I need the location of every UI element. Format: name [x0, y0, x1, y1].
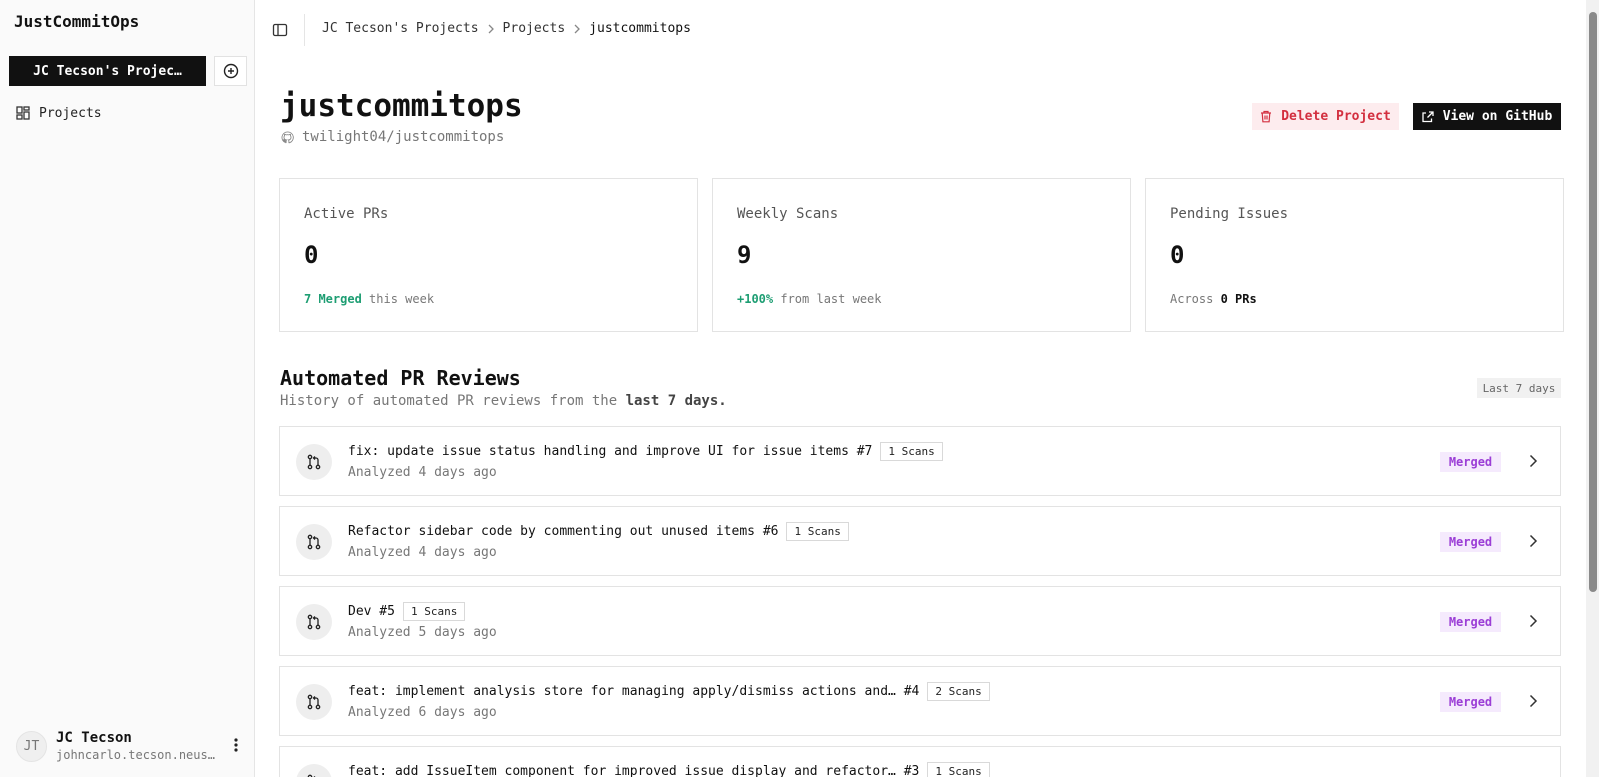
chevron-right-icon[interactable] [1528, 693, 1538, 709]
topbar-divider [304, 14, 305, 46]
scan-count-badge: 1 Scans [927, 762, 990, 777]
git-pull-request-icon [296, 524, 332, 560]
stat-label: Active PRs [304, 206, 389, 222]
status-badge: Merged [1440, 612, 1501, 632]
topbar: JC Tecson's Projects Projects justcommit… [256, 0, 1586, 62]
stat-label: Pending Issues [1170, 206, 1289, 222]
sidebar-toggle-icon[interactable] [272, 22, 290, 40]
trash-icon [1260, 110, 1272, 123]
stat-label: Weekly Scans [737, 206, 839, 222]
view-on-github-label: View on GitHub [1442, 109, 1553, 124]
breadcrumb: JC Tecson's Projects Projects justcommit… [322, 21, 691, 36]
page-scrollbar[interactable] [1586, 0, 1599, 777]
breadcrumb-item-team[interactable]: JC Tecson's Projects [322, 21, 479, 36]
status-badge: Merged [1440, 532, 1501, 552]
github-icon [281, 131, 294, 144]
scrollbar-thumb[interactable] [1589, 12, 1597, 592]
app-brand[interactable]: JustCommitOps [14, 12, 139, 31]
status-badge: Merged [1440, 452, 1501, 472]
pr-title: Dev #5 [348, 604, 395, 619]
stat-value: 9 [737, 241, 752, 269]
pr-title: Refactor sidebar code by commenting out … [348, 524, 779, 539]
page-title: justcommitops [280, 88, 523, 124]
chevron-right-icon[interactable] [1528, 453, 1538, 469]
pr-review-row[interactable]: Refactor sidebar code by commenting out … [279, 506, 1561, 576]
stat-value: 0 [1170, 241, 1185, 269]
repo-link[interactable]: twilight04/justcommitops [281, 129, 504, 145]
pr-analyzed-time: Analyzed 4 days ago [348, 465, 497, 480]
pr-review-row[interactable]: feat: add IssueItem component for improv… [279, 746, 1561, 777]
delete-project-button[interactable]: Delete Project [1252, 103, 1399, 130]
more-vertical-icon[interactable] [234, 737, 238, 753]
stat-value: 0 [304, 241, 319, 269]
stat-subtext: Across 0 PRs [1170, 292, 1257, 306]
scan-count-badge: 1 Scans [880, 442, 943, 461]
scan-count-badge: 1 Scans [402, 602, 466, 621]
pr-title: feat: implement analysis store for manag… [348, 684, 920, 699]
git-pull-request-icon [296, 604, 332, 640]
section-subtitle: History of automated PR reviews from the… [280, 393, 727, 409]
pr-title: feat: add IssueItem component for improv… [348, 764, 920, 777]
dashboard-icon [16, 106, 30, 120]
pr-analyzed-time: Analyzed 5 days ago [348, 625, 497, 640]
git-pull-request-icon [296, 764, 332, 777]
breadcrumb-item-projects[interactable]: Projects [503, 21, 566, 36]
scan-count-badge: 2 Scans [927, 682, 990, 701]
breadcrumb-item-current: justcommitops [589, 21, 691, 36]
pr-title: fix: update issue status handling and im… [348, 444, 873, 459]
stat-subtext: +100% from last week [737, 292, 882, 306]
chevron-right-icon[interactable] [1528, 533, 1538, 549]
git-pull-request-icon [296, 684, 332, 720]
chevron-right-icon[interactable] [1528, 613, 1538, 629]
date-range-badge[interactable]: Last 7 days [1477, 378, 1561, 398]
avatar: JT [16, 730, 47, 762]
pr-review-row[interactable]: Dev #5 1 Scans Analyzed 5 days ago Merge… [279, 586, 1561, 656]
section-title: Automated PR Reviews [280, 366, 521, 390]
add-project-button[interactable] [214, 56, 247, 86]
chevron-right-icon [573, 24, 581, 34]
stat-subtext: 7 Merged this week [304, 292, 435, 306]
external-link-icon [1422, 110, 1434, 123]
scan-count-badge: 1 Scans [786, 522, 849, 541]
stat-card-active-prs: Active PRs 0 7 Merged this week [279, 178, 698, 332]
delete-project-label: Delete Project [1281, 109, 1391, 124]
stat-card-pending-issues: Pending Issues 0 Across 0 PRs [1145, 178, 1564, 332]
repo-name: twilight04/justcommitops [302, 129, 505, 145]
stat-card-weekly-scans: Weekly Scans 9 +100% from last week [712, 178, 1131, 332]
plus-circle-icon [223, 63, 239, 79]
sidebar: JustCommitOps JC Tecson's Projec… Projec… [0, 0, 255, 777]
user-profile[interactable]: JT JC Tecson johncarlo.tecson.neus… [16, 728, 246, 764]
sidebar-item-label: Projects [39, 105, 102, 121]
user-name: JC Tecson [56, 730, 132, 746]
pr-analyzed-time: Analyzed 4 days ago [348, 545, 497, 560]
pr-review-row[interactable]: feat: implement analysis store for manag… [279, 666, 1561, 736]
user-email: johncarlo.tecson.neus… [56, 748, 215, 762]
git-pull-request-icon [296, 444, 332, 480]
pr-analyzed-time: Analyzed 6 days ago [348, 705, 497, 720]
team-switcher-button[interactable]: JC Tecson's Projec… [9, 56, 206, 86]
view-on-github-button[interactable]: View on GitHub [1413, 103, 1561, 130]
pr-review-row[interactable]: fix: update issue status handling and im… [279, 426, 1561, 496]
status-badge: Merged [1440, 692, 1501, 712]
sidebar-item-projects[interactable]: Projects [16, 102, 246, 124]
chevron-right-icon [487, 24, 495, 34]
